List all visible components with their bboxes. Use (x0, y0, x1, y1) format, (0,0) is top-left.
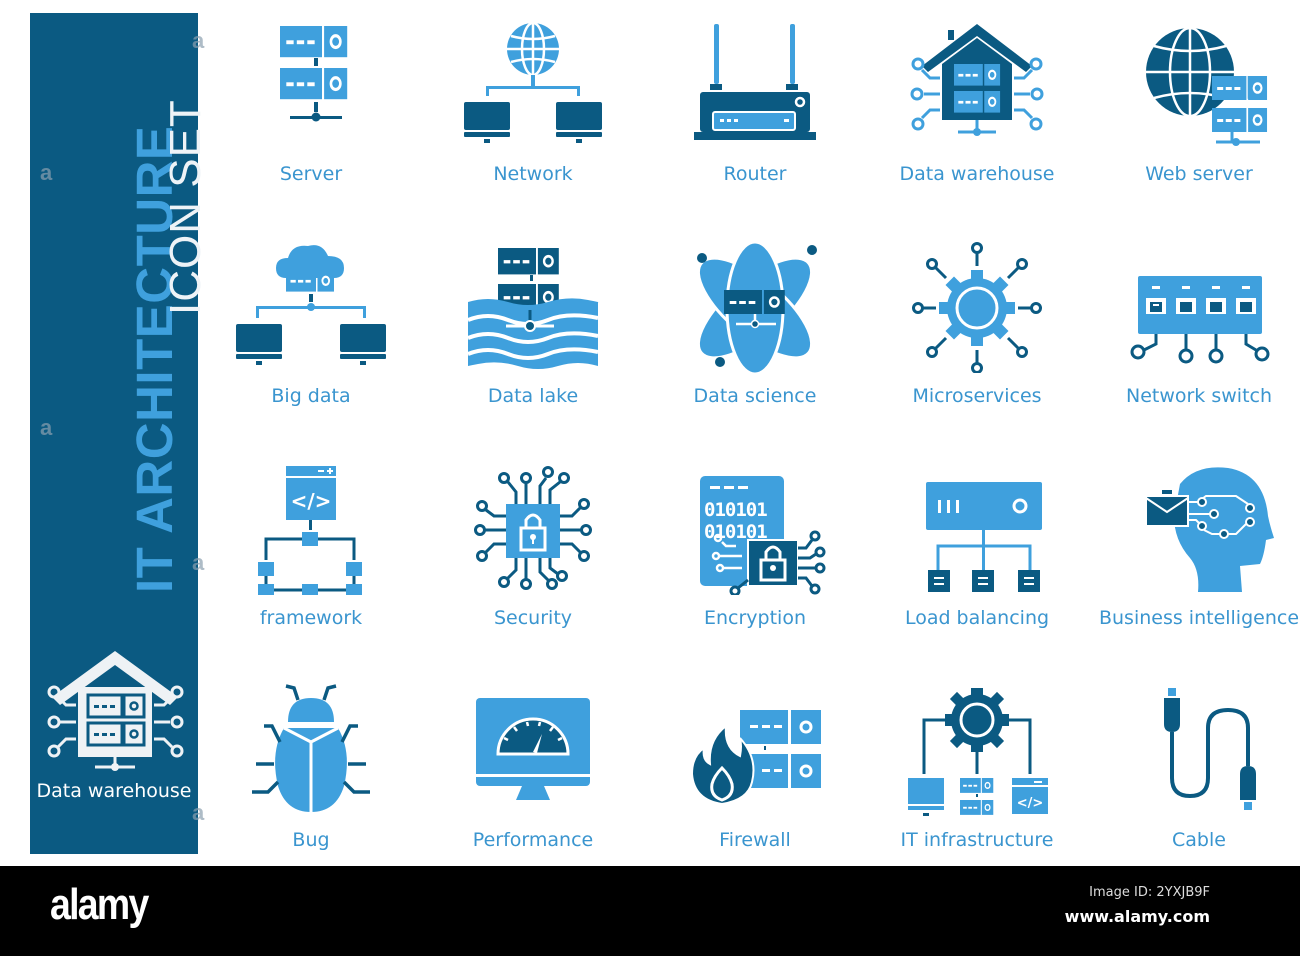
icon-card: Data warehouse (866, 0, 1088, 222)
icon-card: Router (644, 0, 866, 222)
encryption-icon: 010101 010101 (700, 476, 826, 595)
icon-card: Firewall (644, 666, 866, 888)
icon-label: Server (279, 163, 343, 185)
data-science-icon (696, 240, 817, 373)
icon-card: Network switch (1088, 222, 1300, 444)
svg-text:010101: 010101 (704, 499, 767, 521)
network-switch-icon (1130, 276, 1270, 364)
data-lake-icon (464, 246, 602, 369)
footer-bar: alamy Image ID: 2YXJB9F www.alamy.com (0, 866, 1300, 956)
web-server-icon (1146, 26, 1269, 146)
icon-label: Bug (292, 829, 330, 851)
site-link[interactable]: www.alamy.com (1065, 907, 1210, 926)
sidebar-panel: IT ARCHITECTURE ICON SET Data warehouse (30, 13, 210, 854)
icon-label: Load balancing (904, 607, 1050, 629)
network-icon (464, 21, 602, 143)
icon-card: Load balancing (866, 444, 1088, 666)
icon-card: Data science (644, 222, 866, 444)
feature-label: Data warehouse (36, 780, 192, 802)
security-icon (474, 466, 592, 590)
icon-card: Security (422, 444, 644, 666)
icon-label: Business intelligence (1098, 607, 1300, 629)
icon-card: </> framework (200, 444, 422, 666)
microservices-icon (912, 242, 1042, 373)
svg-text:</>: </> (291, 489, 332, 513)
firewall-icon (690, 710, 821, 806)
icon-label: framework (259, 607, 363, 629)
icon-label: IT infrastructure (900, 829, 1054, 851)
icon-label: Big data (271, 385, 351, 407)
icon-label: Microservices (912, 385, 1042, 407)
icon-card: Bug (200, 666, 422, 888)
icon-label: Router (723, 163, 787, 185)
bug-icon (252, 684, 370, 812)
icon-card: </> IT infrastructure (866, 666, 1088, 888)
framework-icon: </> (258, 466, 362, 595)
icon-card: Server (200, 0, 422, 222)
icon-label: Data science (693, 385, 817, 407)
icon-label: Web server (1145, 163, 1253, 185)
big-data-icon (236, 245, 386, 365)
icon-card: Big data (200, 222, 422, 444)
alamy-logo: alamy (50, 880, 149, 929)
icon-label: Encryption (703, 607, 806, 629)
icon-card: Microservices (866, 222, 1088, 444)
server-icon (278, 24, 349, 122)
it-infrastructure-icon: </> (908, 688, 1048, 816)
icon-label: Performance (472, 829, 594, 851)
performance-icon (476, 698, 590, 800)
image-id: Image ID: 2YXJB9F (1089, 885, 1210, 900)
icon-label: Network switch (1125, 385, 1273, 407)
business-intelligence-icon (1145, 467, 1274, 592)
icon-card: Web server (1088, 0, 1300, 222)
icon-card: Performance (422, 666, 644, 888)
icon-card: Network (422, 0, 644, 222)
icon-card: 010101 010101 Encryption (644, 444, 866, 666)
icon-card: Business intelligence (1088, 444, 1300, 666)
icon-label: Data lake (487, 385, 579, 407)
svg-text:</>: </> (1017, 796, 1044, 811)
cable-icon (1164, 688, 1256, 810)
data-warehouse-icon (910, 24, 1044, 136)
icon-card: Data lake (422, 222, 644, 444)
data-warehouse-icon (47, 651, 184, 771)
icon-grid: Server Network Router Data warehouse Web… (200, 0, 1300, 866)
icon-label: Network (493, 163, 573, 185)
icon-label: Security (493, 607, 573, 629)
router-icon (694, 24, 816, 140)
icon-card: Cable (1088, 666, 1300, 888)
icon-label: Data warehouse (899, 163, 1055, 185)
load-balancing-icon (926, 482, 1042, 592)
icon-label: Firewall (719, 829, 791, 851)
icon-label: Cable (1172, 829, 1226, 851)
